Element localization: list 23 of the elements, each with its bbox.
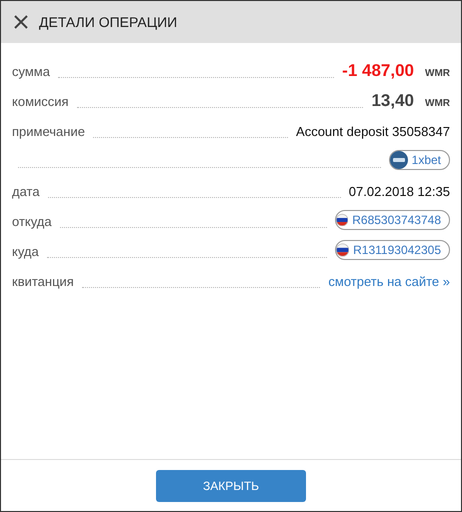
- wallet-chip[interactable]: R685303743748: [335, 210, 450, 230]
- wallet-chip[interactable]: R131193042305: [335, 240, 450, 260]
- amount-value: -1 487,00: [342, 62, 414, 80]
- field-label: примечание: [12, 124, 85, 140]
- receipt-link[interactable]: смотреть на сайте »: [328, 274, 450, 290]
- close-icon[interactable]: [13, 14, 29, 30]
- currency-label: WMR: [425, 68, 450, 80]
- flag-icon: [336, 241, 350, 259]
- field-value: Account deposit 35058347: [296, 124, 450, 140]
- field-label: куда: [12, 244, 39, 260]
- currency-label: WMR: [425, 98, 450, 110]
- amount-value: 13,40: [371, 92, 414, 110]
- field-label: комиссия: [12, 94, 69, 110]
- field-label: квитанция: [12, 274, 74, 290]
- field-label: сумма: [12, 64, 50, 80]
- window-title: ДЕТАЛИ ОПЕРАЦИИ: [39, 12, 178, 32]
- field-label: откуда: [12, 214, 52, 230]
- field-value: 07.02.2018 12:35: [348, 184, 450, 200]
- field-label: дата: [12, 184, 40, 200]
- flag-icon: [336, 211, 348, 229]
- logo-icon: [390, 151, 408, 169]
- close-button[interactable]: ЗАКРЫТЬ: [156, 470, 306, 502]
- wallet-chip[interactable]: 1xbet: [388, 150, 450, 170]
